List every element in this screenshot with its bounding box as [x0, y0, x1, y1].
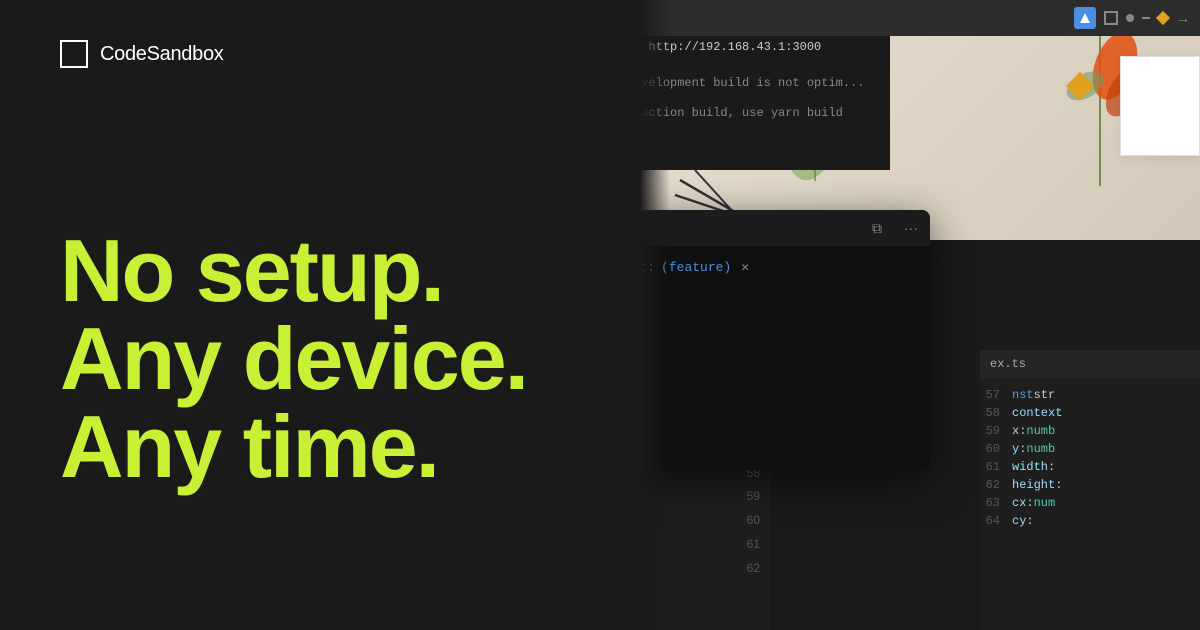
- hero-line-3: Any time.: [60, 403, 600, 491]
- code-line-63: 63 cx: num: [980, 494, 1200, 512]
- terminal-body: ~ excalidraw git: (feature) ✕: [640, 246, 930, 289]
- terminal-title: Terminal: [640, 221, 864, 236]
- code-filename: ex.ts: [990, 357, 1026, 371]
- hero-line-2: Any device.: [60, 315, 600, 403]
- select-tool[interactable]: [1104, 11, 1118, 25]
- log-network: On Your Network: http://192.168.43.1:300…: [640, 38, 890, 56]
- right-panel: Local: http://localhost:3000 On Your Net…: [640, 0, 1200, 630]
- design-toolbar: →: [640, 0, 1200, 36]
- terminal-prompt-line: ~ excalidraw git: (feature) ✕: [640, 260, 914, 275]
- code-header: ex.ts: [980, 350, 1200, 378]
- code-line-58: 58 context: [980, 404, 1200, 422]
- log-note-2: To create a production build, use yarn b…: [640, 98, 890, 128]
- terminal-expand-button[interactable]: ⧉: [872, 220, 882, 237]
- ln-63: 63: [980, 496, 1012, 510]
- line-tool[interactable]: [1142, 17, 1150, 19]
- play-icon: [1080, 13, 1090, 23]
- dot-tool[interactable]: [1126, 14, 1134, 22]
- code-body: 57 nst str 58 context 59 x: numb 60 y: n…: [980, 378, 1200, 538]
- left-panel: CodeSandbox No setup. Any device. Any ti…: [0, 0, 660, 630]
- log-note-1: Note that the development build is not o…: [640, 68, 890, 98]
- code-line-62: 62 height:: [980, 476, 1200, 494]
- code-line-60: 60 y: numb: [980, 440, 1200, 458]
- line-61: 61: [747, 537, 760, 551]
- ln-59: 59: [980, 424, 1012, 438]
- log-network-value: http://192.168.43.1:3000: [648, 40, 821, 54]
- prompt-branch: (feature): [661, 260, 731, 275]
- diamond-icon[interactable]: [1156, 11, 1170, 25]
- ln-57: 57: [980, 388, 1012, 402]
- logo-icon: [60, 40, 88, 68]
- arrow-right-icon[interactable]: →: [1176, 10, 1190, 26]
- prompt-x: ✕: [741, 260, 749, 275]
- code-line-57: 57 nst str: [980, 386, 1200, 404]
- ln-61: 61: [980, 460, 1012, 474]
- terminal-titlebar: >_ Terminal ⧉ ···: [640, 210, 930, 246]
- hero-text: No setup. Any device. Any time.: [60, 128, 600, 590]
- hero-line-1: No setup.: [60, 227, 600, 315]
- line-62: 62: [747, 561, 760, 575]
- code-line-64: 64 cy:: [980, 512, 1200, 530]
- log-yarn-build: yarn build: [771, 106, 843, 120]
- ln-62: 62: [980, 478, 1012, 492]
- ln-58: 58: [980, 406, 1012, 420]
- white-frame: [1120, 56, 1200, 156]
- play-button[interactable]: [1074, 7, 1096, 29]
- ln-60: 60: [980, 442, 1012, 456]
- line-59: 59: [747, 489, 760, 503]
- terminal-more-button[interactable]: ···: [904, 220, 918, 236]
- code-editor-panel: ex.ts 57 nst str 58 context 59 x: numb 6…: [980, 350, 1200, 630]
- logo-area: CodeSandbox: [60, 40, 600, 68]
- ln-64: 64: [980, 514, 1012, 528]
- left-edge-gradient: [640, 0, 670, 630]
- code-line-59: 59 x: numb: [980, 422, 1200, 440]
- code-line-61: 61 width:: [980, 458, 1200, 476]
- line-60: 60: [747, 513, 760, 527]
- logo-text: CodeSandbox: [100, 43, 223, 66]
- terminal-panel: >_ Terminal ⧉ ··· ~ excalidraw git: (fea…: [640, 210, 930, 470]
